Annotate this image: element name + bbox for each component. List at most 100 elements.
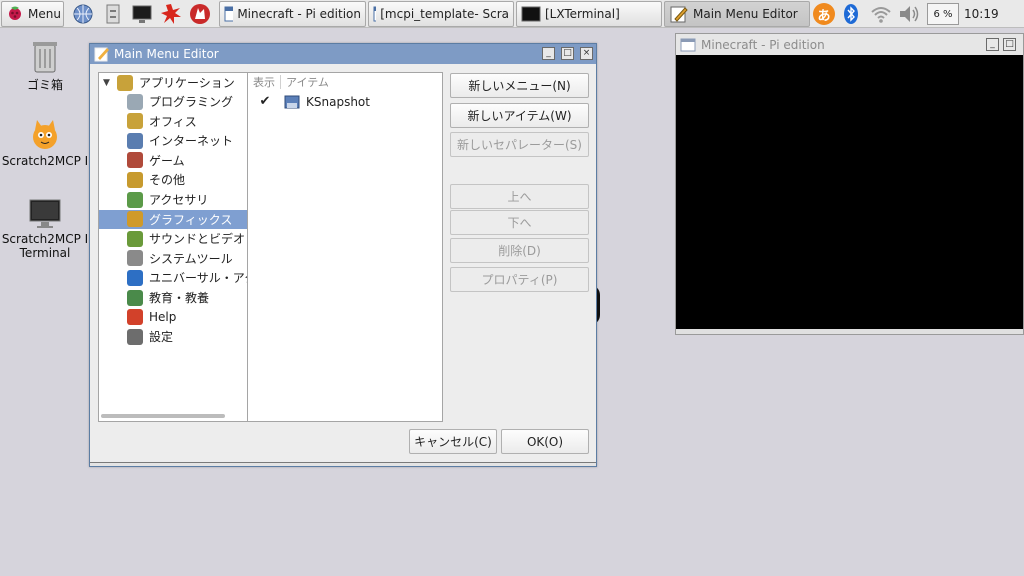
- other-icon: [127, 171, 143, 188]
- tree-item[interactable]: オフィス: [99, 112, 247, 131]
- tree-item-label: アクセサリ: [149, 193, 209, 207]
- tree-root-applications[interactable]: ▼ アプリケーション: [99, 73, 247, 92]
- cancel-button[interactable]: キャンセル(C): [409, 429, 497, 454]
- tree-item[interactable]: インターネット: [99, 131, 247, 150]
- move-up-button[interactable]: 上へ: [450, 184, 589, 209]
- terminal-launcher[interactable]: [131, 3, 153, 25]
- window-icon: [680, 38, 696, 51]
- volume-indicator[interactable]: [897, 3, 921, 25]
- window-icon: [224, 6, 234, 22]
- internet-icon: [127, 132, 143, 149]
- taskbar: Menu Minecraft - Pi edition [mcpi_templa…: [0, 0, 1024, 28]
- list-item[interactable]: ✔ KSnapshot: [248, 92, 441, 112]
- header-divider: [280, 75, 281, 89]
- wolfram-launcher[interactable]: [189, 3, 211, 25]
- maximize-button[interactable]: □: [561, 47, 574, 60]
- minimize-button[interactable]: _: [542, 47, 555, 60]
- cpu-monitor[interactable]: 6 %: [927, 3, 959, 25]
- scratch2mcpi-desktop-icon[interactable]: Scratch2MCP I: [0, 118, 90, 168]
- applications-icon: [117, 74, 133, 91]
- globe-icon: [73, 4, 93, 24]
- desktop-icon-label: ゴミ箱: [26, 78, 63, 92]
- camera-icon: [284, 94, 300, 110]
- tree-item-label: 設定: [149, 330, 174, 345]
- cpu-label: 6 %: [933, 8, 953, 20]
- task-label: Main Menu Editor: [693, 7, 798, 21]
- tree-item[interactable]: プログラミング: [99, 92, 247, 111]
- tree-item[interactable]: アクセサリ: [99, 190, 247, 209]
- tree-item[interactable]: ユニバーサル・アクセス: [99, 268, 247, 287]
- tree-item[interactable]: 教育・教養: [99, 288, 247, 307]
- bluetooth-indicator[interactable]: [842, 3, 860, 25]
- menu-button[interactable]: Menu: [1, 1, 64, 27]
- scratch-cat-icon: [27, 118, 63, 152]
- menu-tree[interactable]: ▼ アプリケーション プログラミングオフィスインターネットゲーム その他アクセサリ…: [98, 72, 248, 422]
- monitor-icon: [28, 198, 62, 230]
- menu-editor-icon: [94, 47, 109, 62]
- minecraft-canvas[interactable]: [676, 55, 1023, 329]
- tree-item-label: インターネット: [149, 134, 234, 149]
- tree-item-label: グラフィックス: [149, 212, 233, 227]
- minecraft-title: Minecraft - Pi edition: [701, 37, 825, 52]
- tree-item-label: Help: [149, 310, 177, 325]
- delete-button[interactable]: 削除(D): [450, 238, 589, 263]
- programming-icon: [127, 93, 143, 110]
- clock-label: 10:19: [964, 7, 999, 21]
- tree-item[interactable]: ゲーム: [99, 151, 247, 170]
- task-mcpi-template[interactable]: [mcpi_template- Scra: [368, 1, 514, 27]
- task-minecraft[interactable]: Minecraft - Pi edition: [219, 1, 366, 27]
- window-icon: [373, 6, 377, 22]
- column-header-show[interactable]: 表示: [253, 74, 275, 90]
- monitor-icon: [132, 5, 152, 23]
- column-header-item[interactable]: アイテム: [286, 74, 329, 90]
- math-kernel-launcher[interactable]: [160, 3, 182, 25]
- minecraft-bottom-edge: [676, 329, 1023, 334]
- item-label: KSnapshot: [306, 95, 370, 109]
- new-item-button[interactable]: 新しいアイテム(W): [450, 103, 589, 128]
- office-icon: [127, 113, 143, 130]
- tree-item[interactable]: その他: [99, 170, 247, 189]
- horizontal-scrollbar[interactable]: [101, 414, 225, 418]
- ok-button[interactable]: OK(O): [501, 429, 589, 454]
- tree-item-label: アプリケーション: [139, 76, 235, 90]
- ime-indicator[interactable]: あ: [813, 3, 837, 25]
- expander-arrow-icon: ▼: [103, 77, 110, 88]
- new-separator-button[interactable]: 新しいセパレーター(S): [450, 132, 589, 157]
- tree-item[interactable]: 設定: [99, 327, 247, 346]
- clock[interactable]: 10:19: [964, 3, 1022, 25]
- file-manager-launcher[interactable]: [102, 3, 124, 25]
- trash-icon: [29, 38, 61, 74]
- sound-video-icon: [127, 230, 143, 247]
- trash-desktop-icon[interactable]: ゴミ箱: [0, 38, 90, 93]
- tree-item[interactable]: システムツール: [99, 249, 247, 268]
- browser-launcher[interactable]: [72, 3, 94, 25]
- dialog-titlebar[interactable]: Main Menu Editor: [90, 44, 596, 64]
- main-menu-editor-dialog[interactable]: Main Menu Editor _ □ × ▼ アプリケーション プログラミン…: [89, 43, 597, 467]
- close-button[interactable]: ×: [580, 47, 593, 60]
- tree-item-label: プログラミング: [149, 95, 234, 109]
- task-label: [LXTerminal]: [545, 7, 620, 21]
- scratch2mcpi-terminal-desktop-icon[interactable]: Scratch2MCP I Terminal: [0, 198, 90, 260]
- help-icon: [127, 309, 143, 326]
- menu-items-list[interactable]: 表示 アイテム ✔ KSnapshot: [248, 72, 443, 422]
- tree-item[interactable]: グラフィックス: [99, 209, 247, 229]
- task-lxterminal[interactable]: [LXTerminal]: [516, 1, 662, 27]
- task-main-menu-editor[interactable]: Main Menu Editor: [664, 1, 810, 27]
- minecraft-window[interactable]: Minecraft - Pi edition _ □: [675, 33, 1024, 335]
- tree-item-label: システムツール: [149, 251, 233, 266]
- tree-item-label: ユニバーサル・アクセス: [149, 271, 247, 286]
- properties-button[interactable]: プロパティ(P): [450, 267, 589, 292]
- bluetooth-icon: [844, 4, 858, 24]
- tree-item[interactable]: サウンドとビデオ: [99, 229, 247, 248]
- starburst-icon: [161, 4, 181, 24]
- move-down-button[interactable]: 下へ: [450, 210, 589, 235]
- menu-label: Menu: [28, 7, 61, 21]
- new-menu-button[interactable]: 新しいメニュー(N): [450, 73, 589, 98]
- minecraft-titlebar[interactable]: Minecraft - Pi edition: [676, 34, 1023, 55]
- minimize-button[interactable]: _: [986, 38, 999, 51]
- visible-checkbox[interactable]: ✔: [258, 95, 272, 109]
- maximize-button[interactable]: □: [1003, 38, 1016, 51]
- wifi-indicator[interactable]: [869, 3, 893, 25]
- tree-item[interactable]: Help: [99, 308, 247, 327]
- dialog-title: Main Menu Editor: [114, 47, 219, 61]
